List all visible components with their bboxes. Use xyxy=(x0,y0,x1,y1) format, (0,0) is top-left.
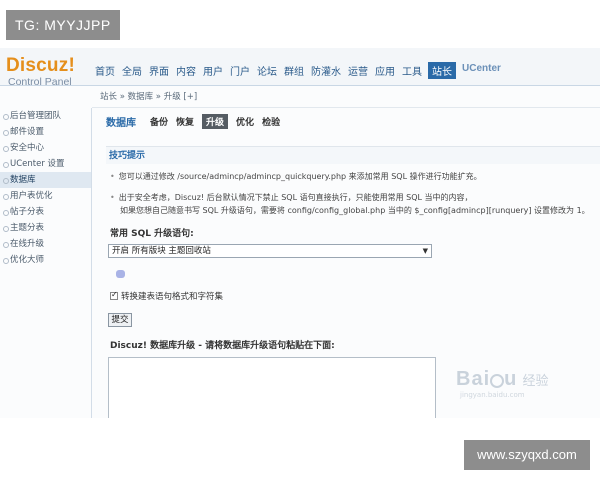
tip-line-2: • 出于安全考虑，Discuz! 后台默认情况下禁止 SQL 语句直接执行，只能使… xyxy=(110,193,473,202)
subnav-tab[interactable]: 恢复 xyxy=(176,115,194,128)
sidebar-item[interactable]: 在线升级 xyxy=(0,236,91,252)
chat-bubble-icon[interactable] xyxy=(116,270,125,278)
baidu-text-end: u xyxy=(504,368,518,390)
submit-button[interactable]: 提交 xyxy=(108,313,132,327)
sidebar-item[interactable]: UCenter 设置 xyxy=(0,156,91,172)
logo-title: Discuz! xyxy=(6,55,75,76)
topnav-item[interactable]: 工具 xyxy=(401,62,423,79)
sidebar-item[interactable]: 帖子分表 xyxy=(0,204,91,220)
topnav-item[interactable]: 运营 xyxy=(347,62,369,79)
sql-select[interactable]: 开启 所有版块 主题回收站 ▼ xyxy=(108,244,432,258)
topnav-item[interactable]: 内容 xyxy=(175,62,197,79)
topnav-item[interactable]: 防灌水 xyxy=(310,62,342,79)
chevron-down-icon: ▼ xyxy=(422,247,428,255)
sidebar-item[interactable]: 优化大师 xyxy=(0,252,91,268)
topnav-item[interactable]: 站长 xyxy=(428,62,456,79)
sidebar-item[interactable]: 邮件设置 xyxy=(0,124,91,140)
sql-select-value: 开启 所有版块 主题回收站 xyxy=(112,246,211,256)
section-title: 数据库 xyxy=(106,118,136,129)
topnav-item[interactable]: 论坛 xyxy=(256,62,278,79)
topnav-item[interactable]: 应用 xyxy=(374,62,396,79)
tip-line-3: 如果您想自己随意书写 SQL 升级语句，需要将 config/config_gl… xyxy=(120,206,590,215)
jingyan-text: 经验 xyxy=(522,374,549,389)
upgrade-sql-label: Discuz! 数据库升级 - 请将数据库升级语句粘贴在下面: xyxy=(110,341,335,351)
topnav-item[interactable]: 群组 xyxy=(283,62,305,79)
tips-header: 技巧提示 xyxy=(106,146,600,164)
tip-text-1: 您可以通过修改 /source/admincp/admincp_quickque… xyxy=(118,172,482,181)
database-subnav: 数据库 备份 恢复 升级 优化 检验 xyxy=(106,114,288,129)
tip-line-1: • 您可以通过修改 /source/admincp/admincp_quickqu… xyxy=(110,172,482,181)
baidu-jingyan-watermark: Bai u 经验 jingyan.baidu.com xyxy=(456,368,576,414)
sidebar-item[interactable]: 安全中心 xyxy=(0,140,91,156)
convert-charset-label: 转换建表语句格式和字符集 xyxy=(121,292,224,302)
subnav-tab[interactable]: 备份 xyxy=(150,115,168,128)
convert-charset-checkbox[interactable] xyxy=(110,290,118,300)
topnav-item[interactable]: 首页 xyxy=(94,62,116,79)
sidebar-item[interactable]: 数据库 xyxy=(0,172,91,188)
subnav-tab[interactable]: 升级 xyxy=(202,114,229,129)
watermark-top-tag: TG: MYYJJPP xyxy=(6,10,120,40)
sidebar-item[interactable]: 用户表优化 xyxy=(0,188,91,204)
topnav-item[interactable]: UCenter xyxy=(461,62,502,79)
admin-screenshot: Discuz! Control Panel 首页 全局 界面 内容 用户 门户 论坛 群组 防灌… xyxy=(0,48,600,418)
topnav-item[interactable]: 门户 xyxy=(229,62,251,79)
page-frame: TG: MYYJJPP Discuz! Control Panel 首页 全局 界面… xyxy=(0,0,600,480)
subnav-tab[interactable]: 检验 xyxy=(262,115,280,128)
convert-charset-row: 转换建表语句格式和字符集 xyxy=(110,290,223,302)
paw-icon xyxy=(490,373,505,388)
breadcrumb: 站长 » 数据库 » 升级 [+] xyxy=(92,86,600,108)
top-navigation: 首页 全局 界面 内容 用户 门户 论坛 群组 防灌水 运营 应用 工具 站长 UCenter xyxy=(94,62,507,79)
topnav-item[interactable]: 全局 xyxy=(121,62,143,79)
sidebar-item[interactable]: 后台管理团队 xyxy=(0,108,91,124)
upgrade-sql-textarea[interactable] xyxy=(108,357,436,418)
baidu-url: jingyan.baidu.com xyxy=(460,391,525,399)
logo-subtitle: Control Panel xyxy=(8,76,72,88)
subnav-tab[interactable]: 优化 xyxy=(236,115,254,128)
tip-text-2: 出于安全考虑，Discuz! 后台默认情况下禁止 SQL 语句直接执行，只能使用… xyxy=(118,193,473,202)
baidu-text: Bai xyxy=(456,368,491,390)
admin-header: Discuz! Control Panel 首页 全局 界面 内容 用户 门户 论坛 群组 防灌… xyxy=(0,48,600,89)
sidebar-item[interactable]: 主题分表 xyxy=(0,220,91,236)
watermark-bottom-tag: www.szyqxd.com xyxy=(464,440,590,470)
topnav-item[interactable]: 用户 xyxy=(202,62,224,79)
discuz-logo[interactable]: Discuz! Control Panel xyxy=(6,55,75,89)
sql-select-label: 常用 SQL 升级语句: xyxy=(110,229,194,239)
sidebar-menu: 后台管理团队 邮件设置 安全中心 UCenter 设置 数据库 用户表优化 帖子分表 主题分表… xyxy=(0,108,92,418)
topnav-item[interactable]: 界面 xyxy=(148,62,170,79)
